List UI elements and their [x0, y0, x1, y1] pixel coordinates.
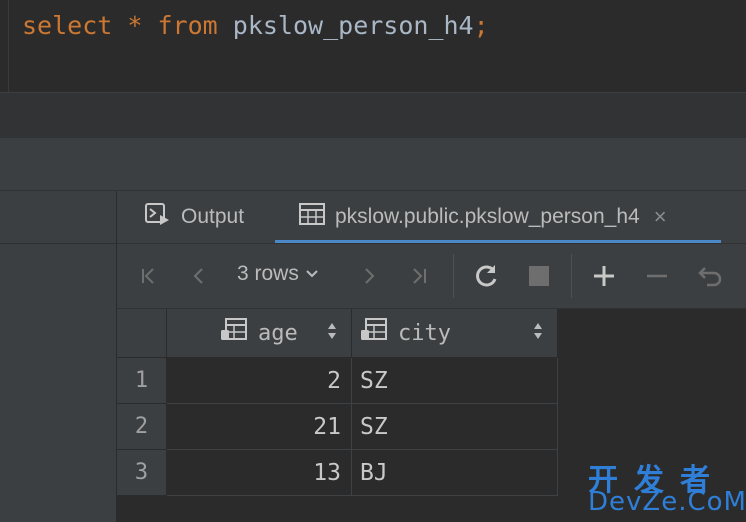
- database-console-window: select * from pkslow_person_h4; Output p…: [0, 0, 746, 522]
- editor-bottom-band: [0, 93, 746, 138]
- table-cell-age[interactable]: 21: [167, 404, 352, 450]
- first-page-icon[interactable]: [131, 258, 167, 294]
- toolbar-separator: [453, 254, 454, 298]
- cell-value: 21: [313, 413, 341, 440]
- table-cell-age[interactable]: 13: [167, 450, 352, 496]
- cell-value: 13: [313, 459, 341, 486]
- cell-value: BJ: [360, 459, 388, 486]
- column-icon: [220, 318, 248, 348]
- watermark-bottom-text: DevZe.CoM: [588, 487, 746, 517]
- reload-icon[interactable]: [469, 258, 505, 294]
- tab-table-result[interactable]: pkslow.public.pkslow_person_h4 ×: [299, 191, 677, 243]
- table-identifier: pkslow_person_h4: [232, 11, 474, 40]
- row-number[interactable]: 1: [117, 358, 167, 404]
- watermark-logo: 开发者 DevZe.CoM: [588, 455, 746, 519]
- cell-value: SZ: [360, 367, 388, 394]
- row-count-label: 3 rows: [237, 262, 299, 285]
- cell-value: 2: [327, 367, 341, 394]
- row-number[interactable]: 2: [117, 404, 167, 450]
- column-header-label: age: [258, 320, 298, 346]
- toolbar-separator: [571, 254, 572, 298]
- sql-query-line[interactable]: select * from pkslow_person_h4;: [22, 10, 489, 42]
- delete-row-icon[interactable]: [639, 258, 675, 294]
- next-page-icon[interactable]: [351, 258, 387, 294]
- add-row-icon[interactable]: [586, 258, 622, 294]
- operator-star: *: [127, 11, 143, 40]
- column-header-age[interactable]: age: [167, 309, 352, 358]
- statement-terminator: ;: [473, 11, 489, 40]
- grid-corner[interactable]: [117, 309, 167, 358]
- column-icon: [360, 318, 388, 348]
- services-toolbar-band: [0, 138, 746, 191]
- table-cell-city[interactable]: BJ: [352, 450, 558, 496]
- row-count-selector[interactable]: 3 rows: [237, 262, 319, 286]
- column-header-label: city: [398, 320, 451, 346]
- results-toolbar: 3 rows: [117, 244, 746, 309]
- tab-output[interactable]: Output: [145, 191, 244, 243]
- row-number[interactable]: 3: [117, 450, 167, 496]
- active-tab-indicator: [275, 240, 721, 243]
- services-tree-pane[interactable]: [0, 191, 117, 522]
- keyword-from: from: [157, 11, 218, 40]
- table-grid-icon: [299, 203, 325, 231]
- console-output-icon: [145, 203, 171, 231]
- keyword-select: select: [22, 11, 113, 40]
- table-cell-city[interactable]: SZ: [352, 404, 558, 450]
- last-page-icon[interactable]: [401, 258, 437, 294]
- tab-output-label: Output: [181, 205, 245, 228]
- column-header-city[interactable]: city: [352, 309, 558, 358]
- stop-icon[interactable]: [521, 258, 557, 294]
- previous-page-icon[interactable]: [181, 258, 217, 294]
- chevron-down-icon: [305, 266, 319, 283]
- revert-icon[interactable]: [692, 258, 728, 294]
- editor-gutter: [8, 0, 9, 92]
- sort-icon[interactable]: [533, 321, 543, 343]
- results-tab-bar: Output pkslow.public.pkslow_person_h4 ×: [117, 191, 746, 244]
- sort-icon[interactable]: [327, 321, 337, 343]
- table-cell-city[interactable]: SZ: [352, 358, 558, 404]
- table-cell-age[interactable]: 2: [167, 358, 352, 404]
- tab-table-label: pkslow.public.pkslow_person_h4: [335, 205, 640, 228]
- services-tree-header: [0, 191, 116, 244]
- close-icon[interactable]: ×: [654, 204, 667, 230]
- cell-value: SZ: [360, 413, 388, 440]
- sql-editor[interactable]: select * from pkslow_person_h4;: [0, 0, 746, 93]
